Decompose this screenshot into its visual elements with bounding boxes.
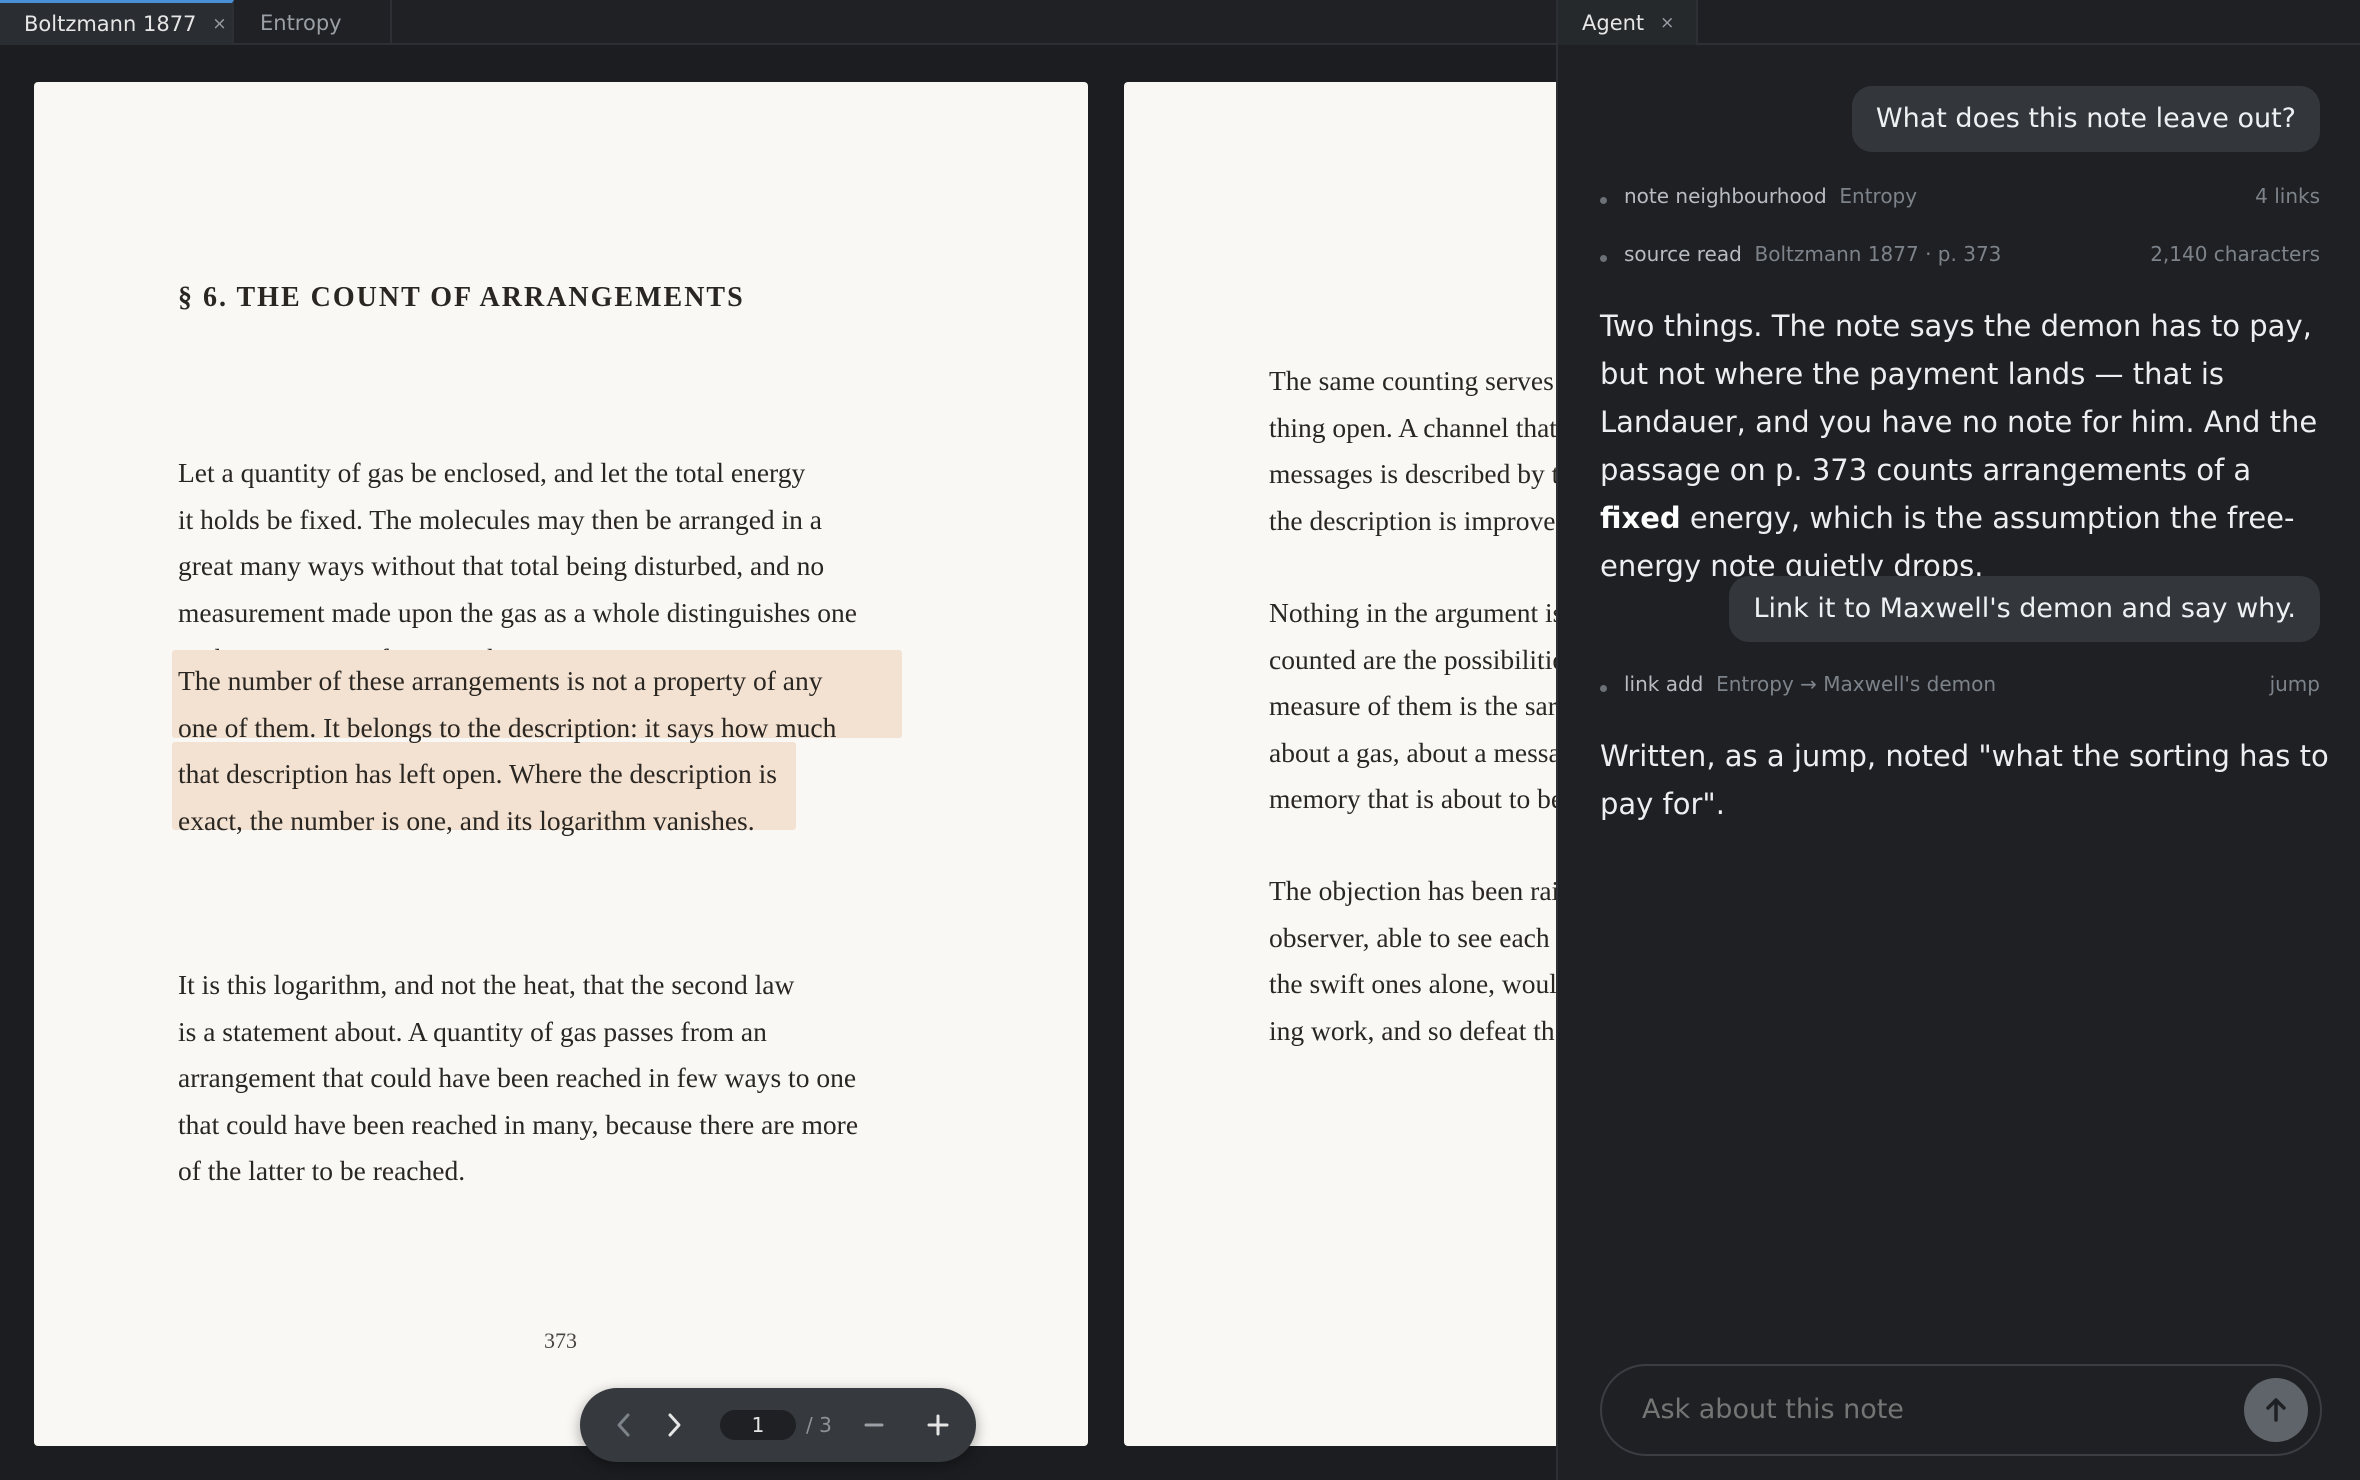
tab-label: Entropy <box>260 10 342 35</box>
user-message: Link it to Maxwell's demon and say why. <box>1729 576 2320 642</box>
tab-label: Boltzmann 1877 <box>24 12 197 36</box>
tool-meta: jump <box>2269 672 2320 696</box>
zoom-in-button[interactable] <box>912 1388 964 1462</box>
paragraph-3: The objection has been rai observer, abl… <box>1269 868 1556 1054</box>
minus-icon <box>864 1423 884 1427</box>
text-line: It is this logarithm, and not the heat, … <box>178 969 795 1000</box>
paragraph-1: The same counting serves thing open. A c… <box>1269 358 1556 544</box>
ask-input[interactable] <box>1642 1366 2202 1454</box>
assistant-message: Two things. The note says the demon has … <box>1600 302 2330 590</box>
user-message: What does this note leave out? <box>1851 86 2320 152</box>
assistant-message: Written, as a jump, noted "what the sort… <box>1600 739 2329 821</box>
status-dot-icon <box>1600 197 1607 204</box>
message-bold-text: fixed <box>1600 501 1681 535</box>
tool-name: note neighbourhood <box>1624 184 1827 208</box>
close-icon[interactable]: × <box>212 14 226 34</box>
agent-tab-bar: Agent × <box>1558 0 2360 45</box>
tool-call-source-read[interactable]: source read Boltzmann 1877 · p. 373 2,14… <box>1600 242 2320 272</box>
tab-entropy[interactable]: Entropy <box>234 0 392 45</box>
paragraph-2-highlighted[interactable]: The number of these arrangements is not … <box>178 658 836 844</box>
text-line: of the latter to be reached. <box>178 1155 466 1186</box>
tool-detail: Entropy → Maxwell's demon <box>1716 672 1997 696</box>
page-number: 373 <box>544 1328 577 1353</box>
agent-panel: Agent × What does this note leave out? n… <box>1556 0 2360 1480</box>
status-dot-icon <box>1600 685 1607 692</box>
tab-agent[interactable]: Agent × <box>1558 0 1698 45</box>
paragraph-1: Let a quantity of gas be enclosed, and l… <box>178 450 857 683</box>
tab-boltzmann-1877[interactable]: Boltzmann 1877 × <box>0 0 234 45</box>
text-line: exact, the number is one, and its logari… <box>178 804 755 836</box>
text-line: measurement made upon the gas as a whole… <box>178 596 857 628</box>
message-composer <box>1600 1364 2322 1456</box>
text-line: The number of these arrangements is not … <box>178 665 823 696</box>
viewer-tab-bar: Boltzmann 1877 × Entropy <box>0 0 1556 45</box>
document-viewer: Boltzmann 1877 × Entropy § 6. THE COUNT … <box>0 0 1556 1480</box>
tab-label: Agent <box>1582 10 1645 35</box>
send-button[interactable] <box>2244 1378 2308 1442</box>
text-line: counted are the possibilitie <box>1269 643 1556 675</box>
text-line: about a gas, about a messa <box>1269 736 1556 768</box>
text-line: that could have been reached in many, be… <box>178 1108 859 1140</box>
page-navigation-toolbar: 1 / 3 <box>580 1388 976 1462</box>
document-page-373: § 6. THE COUNT OF ARRANGEMENTS Let a qua… <box>34 82 1088 1446</box>
tool-name: source read <box>1624 242 1742 266</box>
text-line: messages is described by t <box>1269 458 1556 489</box>
tool-call-note-neighbourhood[interactable]: note neighbourhood Entropy 4 links <box>1600 184 2320 214</box>
page-total: / 3 <box>806 1413 832 1437</box>
document-page-next: The same counting serves thing open. A c… <box>1124 82 1556 1446</box>
text-line: The same counting serves <box>1269 365 1554 396</box>
chevron-right-icon <box>668 1413 681 1437</box>
text-line: one of them. It belongs to the descripti… <box>178 711 837 743</box>
text-line: that description has left open. Where th… <box>178 758 777 789</box>
tool-name: link add <box>1624 672 1704 696</box>
section-heading: § 6. THE COUNT OF ARRANGEMENTS <box>178 282 745 313</box>
paragraph-3: It is this logarithm, and not the heat, … <box>178 962 858 1195</box>
text-line: the swift ones alone, woul <box>1269 968 1556 999</box>
status-dot-icon <box>1600 255 1607 262</box>
zoom-out-button[interactable] <box>848 1388 900 1462</box>
text-line: the description is improve <box>1269 504 1556 536</box>
text-line: arrangement that could have been reached… <box>178 1062 857 1093</box>
tool-call-link-add[interactable]: link add Entropy → Maxwell's demon jump <box>1600 672 2320 702</box>
tool-detail: Boltzmann 1877 · p. 373 <box>1754 242 2002 266</box>
text-line: ing work, and so defeat th <box>1269 1014 1555 1046</box>
text-line: Nothing in the argument is <box>1269 597 1556 628</box>
tool-meta: 4 links <box>2255 184 2320 208</box>
text-line: measure of them is the sar <box>1269 690 1556 721</box>
tool-detail: Entropy <box>1839 184 1918 208</box>
arrow-up-icon <box>2266 1398 2286 1422</box>
text-line: it holds be fixed. The molecules may the… <box>178 503 823 535</box>
text-line: is a statement about. A quantity of gas … <box>178 1015 767 1047</box>
text-line: thing open. A channel that <box>1269 411 1556 443</box>
text-line: memory that is about to be <box>1269 783 1556 814</box>
message-text: Two things. The note says the demon has … <box>1600 309 2318 487</box>
page-number-input[interactable]: 1 <box>720 1410 796 1440</box>
text-line: Let a quantity of gas be enclosed, and l… <box>178 457 806 488</box>
paragraph-2: Nothing in the argument is counted are t… <box>1269 590 1556 823</box>
text-line: great many ways without that total being… <box>178 550 825 581</box>
next-page-button[interactable] <box>648 1388 700 1462</box>
text-line: observer, able to see each <box>1269 921 1550 953</box>
message-text: energy, which is the assumption the free… <box>1600 501 2295 583</box>
text-line: The objection has been rai <box>1269 875 1556 906</box>
chevron-left-icon <box>617 1413 630 1437</box>
tool-meta: 2,140 characters <box>2150 242 2320 266</box>
close-icon[interactable]: × <box>1660 13 1674 33</box>
plus-icon <box>927 1414 949 1436</box>
previous-page-button[interactable] <box>598 1388 650 1462</box>
